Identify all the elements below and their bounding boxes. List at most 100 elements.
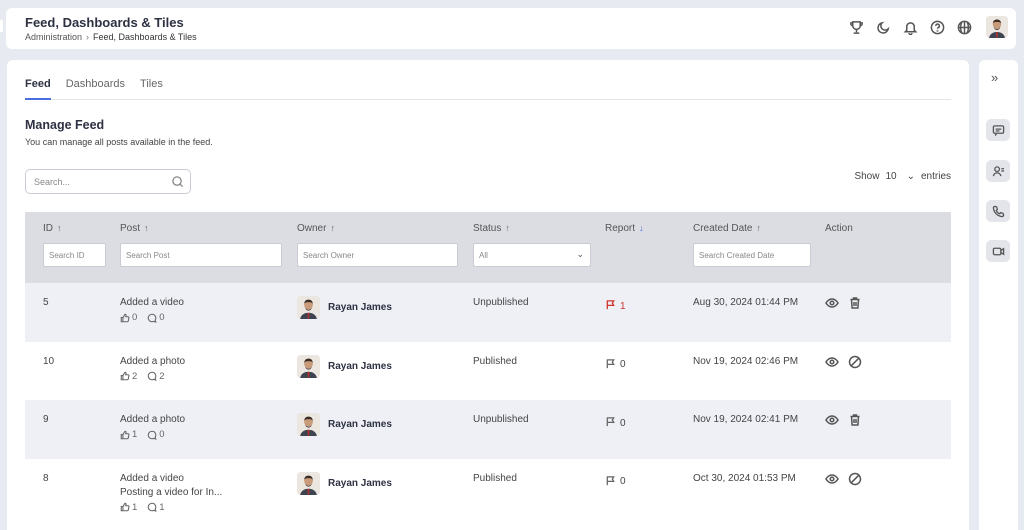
entries-selector: Show 10 ⌄ entries [854,171,951,182]
comment-icon [147,430,157,440]
cell-post[interactable]: Added a video Posting a video for In... 1 1 [120,473,222,513]
filter-created-date-input[interactable]: Search Created Date [693,243,811,267]
view-icon[interactable] [825,472,839,491]
like-count: 1 [120,502,137,513]
cell-owner: Rayan James [297,413,392,436]
column-report[interactable]: Report ↓ [605,223,644,234]
post-title: Added a photo [120,414,186,425]
post-stats: 22 [120,371,185,382]
search-placeholder: Search... [34,176,71,187]
delete-icon[interactable] [848,296,862,315]
thumbs-up-icon [120,313,130,323]
chevron-right-icon: › [86,32,90,42]
rail-video-button[interactable] [986,240,1010,262]
avatar [297,354,320,378]
sort-arrow-icon: ↑ [505,223,510,233]
comment-count: 2 [147,371,165,382]
column-action: Action [825,223,853,234]
post-description: Posting a video for In... [120,486,223,498]
block-icon[interactable] [848,472,862,491]
table-row: 10 Added a photo 2 2 Rayan James Published 0 No… [25,342,951,401]
status-badge: Unpublished [473,414,529,425]
view-icon[interactable] [825,296,839,315]
cell-actions [825,472,862,491]
comment-icon [147,502,157,512]
thumbs-up-icon [120,371,130,381]
cell-created-date: Oct 30, 2024 01:53 PM [693,472,796,484]
post-title: Added a video [120,472,184,484]
cell-id: 8 [43,472,49,484]
cell-actions [825,355,862,374]
tab-bar: Feed Dashboards Tiles [25,78,951,100]
user-avatar[interactable] [986,16,1008,38]
cell-owner: Rayan James [297,296,392,319]
block-icon[interactable] [848,355,862,374]
cell-actions [825,413,862,432]
table-row: 9 Added a photo 1 0 Rayan James Unpublished 0 N… [25,400,951,459]
status-badge: Unpublished [473,297,529,308]
breadcrumb-administration[interactable]: Administration [25,32,82,42]
section-title: Manage Feed [25,118,105,132]
delete-icon[interactable] [848,413,862,432]
cell-report[interactable]: 0 [605,475,626,489]
filter-id-input[interactable]: Search ID [43,243,106,267]
flag-icon [605,299,616,313]
help-icon[interactable] [928,18,947,37]
expand-icon[interactable]: » [991,70,998,85]
trophy-icon[interactable] [847,18,866,37]
breadcrumb: Administration › Feed, Dashboards & Tiles [25,32,197,42]
cell-post[interactable]: Added a photo 2 2 [120,356,185,382]
main-panel: Feed Dashboards Tiles Manage Feed You ca… [7,60,969,530]
search-input[interactable]: Search... [25,169,191,194]
avatar [297,413,320,436]
globe-icon[interactable] [955,18,974,37]
bell-icon[interactable] [901,18,920,37]
phone-icon [992,205,1004,217]
left-edge-tab[interactable] [0,20,3,32]
post-stats: 11 [120,502,222,513]
avatar [297,471,320,495]
flag-icon [605,416,616,430]
cell-post[interactable]: Added a video 0 0 [120,297,184,323]
column-status[interactable]: Status ↑ [473,223,510,234]
video-icon [992,246,1004,256]
tab-dashboards[interactable]: Dashboards [66,78,125,99]
tab-feed[interactable]: Feed [25,78,51,100]
chevron-down-icon: ⌄ [576,249,584,259]
chevron-down-icon: ⌄ [906,171,915,182]
comment-count: 1 [147,502,165,513]
view-icon[interactable] [825,413,839,432]
rail-contacts-button[interactable] [986,160,1010,182]
owner-name: Rayan James [328,360,392,372]
cell-report[interactable]: 1 [605,299,626,313]
header-actions [847,16,1008,38]
moon-icon[interactable] [874,18,893,37]
column-created-date[interactable]: Created Date ↑ [693,223,761,234]
avatar [297,296,320,319]
thumbs-up-icon [120,502,130,512]
filter-status-select[interactable]: All ⌄ [473,243,591,267]
breadcrumb-current: Feed, Dashboards & Tiles [93,32,197,42]
rail-chat-button[interactable] [986,119,1010,141]
cell-report[interactable]: 0 [605,358,626,372]
section-subtitle: You can manage all posts available in th… [25,137,213,147]
filter-post-input[interactable]: Search Post [120,243,282,267]
view-icon[interactable] [825,355,839,374]
post-title: Added a photo [120,355,186,367]
cell-report[interactable]: 0 [605,416,626,430]
filter-owner-input[interactable]: Search Owner [297,243,458,267]
column-id[interactable]: ID ↑ [43,223,62,234]
sort-arrow-icon: ↑ [756,223,761,233]
owner-name: Rayan James [328,302,392,313]
entries-select[interactable]: 10 ⌄ [885,171,915,182]
column-post[interactable]: Post ↑ [120,223,149,234]
column-owner[interactable]: Owner ↑ [297,223,335,234]
table-row: 8 Added a video Posting a video for In... 1… [25,459,951,518]
cell-owner: Rayan James [297,471,392,495]
rail-phone-button[interactable] [986,200,1010,222]
chat-icon [992,124,1004,136]
cell-post[interactable]: Added a photo 1 0 [120,414,185,440]
status-badge: Published [473,355,517,367]
tab-tiles[interactable]: Tiles [140,78,163,99]
like-count: 0 [120,312,137,323]
